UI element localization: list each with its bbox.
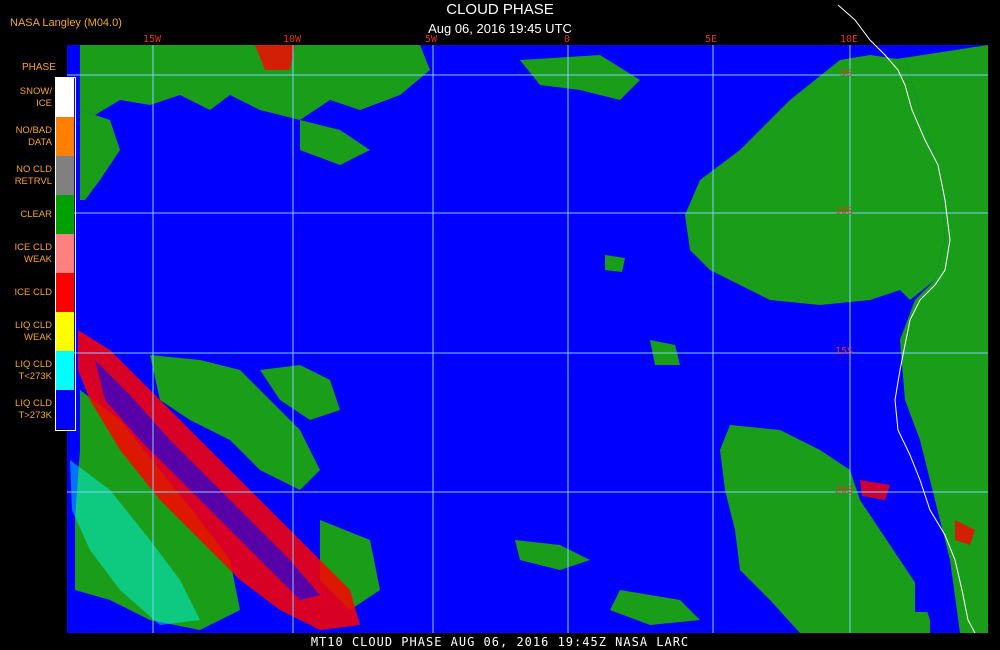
lon-label-10e: 10E bbox=[840, 34, 859, 45]
lon-label-5w: 5W bbox=[425, 34, 438, 45]
map-title: CLOUD PHASE bbox=[446, 1, 554, 18]
legend-swatch bbox=[56, 312, 74, 351]
legend-swatch bbox=[56, 195, 74, 234]
legend-label: LIQ CLD T<273K bbox=[15, 358, 52, 382]
legend-label: SNOW/ ICE bbox=[19, 85, 52, 109]
lat-label-5s: 5S bbox=[840, 68, 853, 79]
legend-label: ICE CLD WEAK bbox=[14, 241, 52, 265]
legend-label: NO/BAD DATA bbox=[15, 124, 52, 148]
lon-label-15w: 15W bbox=[143, 34, 162, 45]
legend-header: PHASE bbox=[22, 62, 56, 73]
legend-swatch bbox=[56, 156, 74, 195]
legend-label: CLEAR bbox=[20, 208, 52, 220]
lon-label-5e: 5E bbox=[705, 34, 718, 45]
legend-swatch bbox=[56, 78, 74, 117]
legend-label: ICE CLD bbox=[14, 286, 52, 298]
legend-swatch bbox=[56, 351, 74, 390]
legend-label: LIQ CLD WEAK bbox=[15, 319, 52, 343]
legend-label: NO CLD RETRVL bbox=[14, 163, 52, 187]
legend-swatch bbox=[56, 390, 74, 429]
lon-label-0: 0 bbox=[564, 34, 571, 45]
cloud-phase-map bbox=[67, 4, 988, 634]
legend-label: LIQ CLD T>273K bbox=[15, 397, 52, 421]
lon-label-10w: 10W bbox=[283, 34, 302, 45]
legend-swatch bbox=[56, 117, 74, 156]
lat-label-15s: 15S bbox=[835, 346, 854, 357]
footer-caption: MT10 CLOUD PHASE AUG 06, 2016 19:45Z NAS… bbox=[310, 635, 690, 649]
legend-swatch bbox=[56, 273, 74, 312]
legend-swatch bbox=[56, 234, 74, 273]
lat-label-10s: 10S bbox=[835, 206, 854, 217]
lat-label-20s: 20S bbox=[835, 485, 854, 496]
